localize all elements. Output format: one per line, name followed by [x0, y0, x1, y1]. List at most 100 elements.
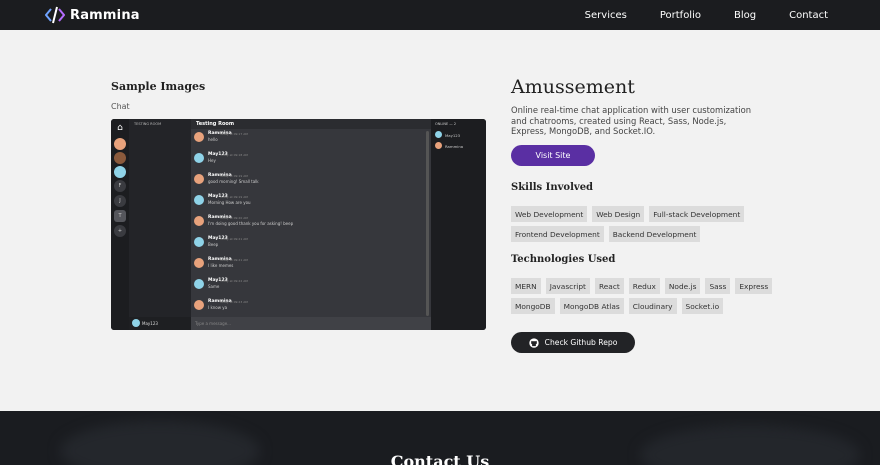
- nav-link-portfolio[interactable]: Portfolio: [660, 10, 701, 21]
- chat-message: Rammina Today at 09:21 AM I like memes: [194, 257, 424, 275]
- skill-tag: Frontend Development: [511, 226, 604, 242]
- tech-tag: Redux: [628, 278, 660, 294]
- technologies-list: MERN Javascript React Redux Node.js Sass…: [511, 278, 781, 314]
- skills-list: Web Development Web Design Full-stack De…: [511, 206, 801, 242]
- message-text: good morning! Small talk: [208, 179, 259, 184]
- skill-tag: Full-stack Development: [649, 206, 745, 222]
- message-text: I know ya: [208, 305, 228, 310]
- chat-message: May123 Today at 09:21 AM Beep: [194, 236, 424, 254]
- image-caption: Chat: [111, 102, 130, 111]
- message-text: I like memes: [208, 263, 234, 268]
- message-avatar: [194, 195, 204, 205]
- nav-link-contact[interactable]: Contact: [789, 10, 828, 21]
- top-navbar: Rammina Services Portfolio Blog Contact: [0, 0, 880, 30]
- room-title: Testing Room: [196, 121, 235, 127]
- server-item: J: [114, 195, 126, 207]
- chat-message: May123 Today at 09:22 AM Same: [194, 278, 424, 296]
- message-text: Morning How are you: [208, 200, 251, 205]
- skill-tag: Web Development: [511, 206, 588, 222]
- message-avatar: [194, 258, 204, 268]
- message-time: Today at 09:19 AM: [220, 195, 248, 199]
- tech-tag: Socket.io: [681, 298, 724, 314]
- add-server-icon: +: [114, 225, 126, 237]
- online-user: Rammina: [435, 142, 483, 151]
- message-time: Today at 09:22 AM: [220, 279, 248, 283]
- message-avatar: [194, 237, 204, 247]
- rooms-title: TESTING ROOM: [134, 122, 162, 126]
- message-time: Today at 09:21 AM: [220, 237, 248, 241]
- user-avatar: [435, 131, 442, 138]
- chat-app-screenshot[interactable]: ⌂ F J T + TESTING ROOM May123 Testing Ro…: [111, 119, 486, 330]
- message-time: Today at 09:23 AM: [220, 300, 248, 304]
- online-user-name: Rammina: [445, 144, 464, 149]
- github-icon: [528, 337, 539, 348]
- nav-link-services[interactable]: Services: [585, 10, 627, 21]
- message-text: Hey: [208, 158, 216, 163]
- chat-message: Rammina Today at 09:17 AM hello: [194, 131, 424, 149]
- message-avatar: [194, 300, 204, 310]
- message-avatar: [194, 279, 204, 289]
- online-user-name: May123: [445, 133, 461, 138]
- message-placeholder: Type a message...: [195, 321, 231, 326]
- message-avatar: [194, 174, 204, 184]
- message-avatar: [194, 216, 204, 226]
- server-avatar: [114, 166, 126, 178]
- tech-tag: Sass: [705, 278, 731, 294]
- chat-scrollbar: [426, 131, 429, 316]
- message-time: Today at 09:20 AM: [220, 216, 248, 220]
- github-repo-button[interactable]: Check Github Repo: [511, 332, 635, 353]
- tech-tag: MongoDB: [511, 298, 555, 314]
- chat-message: May123 Today at 09:18 AM Hey: [194, 152, 424, 170]
- message-time: Today at 09:19 AM: [220, 174, 248, 178]
- server-avatar: [114, 138, 126, 150]
- tech-tag: Node.js: [664, 278, 701, 294]
- project-title: Amussement: [511, 76, 635, 98]
- brand-name: Rammina: [70, 7, 140, 23]
- tech-tag: Javascript: [545, 278, 590, 294]
- brand-logo-link[interactable]: Rammina: [45, 5, 140, 25]
- visit-site-button[interactable]: Visit Site: [511, 145, 595, 166]
- user-bar: May123: [129, 317, 191, 330]
- message-avatar: [194, 132, 204, 142]
- message-input: Type a message...: [191, 317, 431, 330]
- message-text: I'm doing good thank you for asking! bee…: [208, 221, 294, 226]
- chat-main-panel: Testing Room Rammina Today at 09:17 AM hel…: [191, 119, 431, 330]
- main-nav: Services Portfolio Blog Contact: [585, 0, 828, 30]
- skills-title: Skills Involved: [511, 182, 594, 193]
- project-details: Amussement Online real-time chat applica…: [511, 76, 791, 353]
- sample-images-section: Sample Images Chat: [111, 80, 487, 111]
- server-item: F: [114, 180, 126, 192]
- message-avatar: [194, 153, 204, 163]
- user-avatar: [435, 142, 442, 149]
- server-rail: ⌂ F J T +: [111, 119, 129, 330]
- tech-tag: Cloudinary: [628, 298, 677, 314]
- tech-tag: MERN: [511, 278, 541, 294]
- skill-tag: Backend Development: [608, 226, 701, 242]
- tech-tag: Express: [735, 278, 773, 294]
- chat-message: Rammina Today at 09:20 AM I'm doing good t…: [194, 215, 424, 233]
- chat-message: Rammina Today at 09:23 AM I know ya: [194, 299, 424, 317]
- message-time: Today at 09:17 AM: [220, 132, 248, 136]
- contact-footer: Contact Us: [0, 411, 880, 465]
- tech-tag: MongoDB Atlas: [559, 298, 624, 314]
- home-icon: ⌂: [114, 122, 126, 134]
- chat-message: Rammina Today at 09:19 AM good morning! Sm…: [194, 173, 424, 191]
- server-avatar: [114, 152, 126, 164]
- user-avatar: [132, 319, 140, 327]
- message-time: Today at 09:21 AM: [220, 258, 248, 262]
- message-time: Today at 09:18 AM: [220, 153, 248, 157]
- github-button-label: Check Github Repo: [544, 338, 618, 347]
- code-slash-icon: [45, 6, 65, 24]
- message-text: Same: [208, 284, 220, 289]
- technologies-title: Technologies Used: [511, 254, 616, 265]
- online-title: ONLINE — 2: [435, 122, 457, 126]
- room-header: Testing Room: [191, 119, 431, 129]
- message-text: hello: [208, 137, 218, 142]
- rooms-panel: TESTING ROOM: [129, 119, 191, 330]
- project-description: Online real-time chat application with u…: [511, 105, 752, 136]
- message-text: Beep: [208, 242, 219, 247]
- tech-tag: React: [594, 278, 624, 294]
- server-item: T: [114, 210, 126, 222]
- chat-message: May123 Today at 09:19 AM Morning How are y…: [194, 194, 424, 212]
- nav-link-blog[interactable]: Blog: [734, 10, 756, 21]
